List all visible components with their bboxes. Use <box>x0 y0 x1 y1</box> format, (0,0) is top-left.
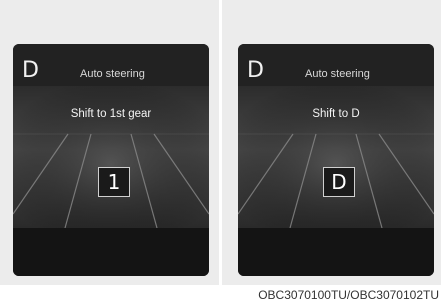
cluster-display-left: D Auto steering Shift to 1st gear 1 <box>13 44 209 276</box>
target-gear-box: 1 <box>98 167 130 197</box>
mode-label: Auto steering <box>305 68 370 80</box>
display-header: D Auto steering <box>13 44 209 86</box>
cluster-display-right: D Auto steering Shift to D D <box>238 44 434 276</box>
figure-code-caption: OBC3070100TU/OBC3070102TU <box>258 288 439 302</box>
display-bottom-bar <box>13 228 209 276</box>
display-bottom-bar <box>238 228 434 276</box>
target-gear-box: D <box>323 167 355 197</box>
display-header: D Auto steering <box>238 44 434 86</box>
gear-indicator: D <box>247 58 264 83</box>
mode-label: Auto steering <box>80 68 145 80</box>
gear-shift-message: Shift to D <box>312 108 360 120</box>
gear-shift-message: Shift to 1st gear <box>70 108 152 120</box>
page: D Auto steering Shift to 1st gear 1 D Au… <box>0 0 441 305</box>
gear-indicator: D <box>22 58 39 83</box>
